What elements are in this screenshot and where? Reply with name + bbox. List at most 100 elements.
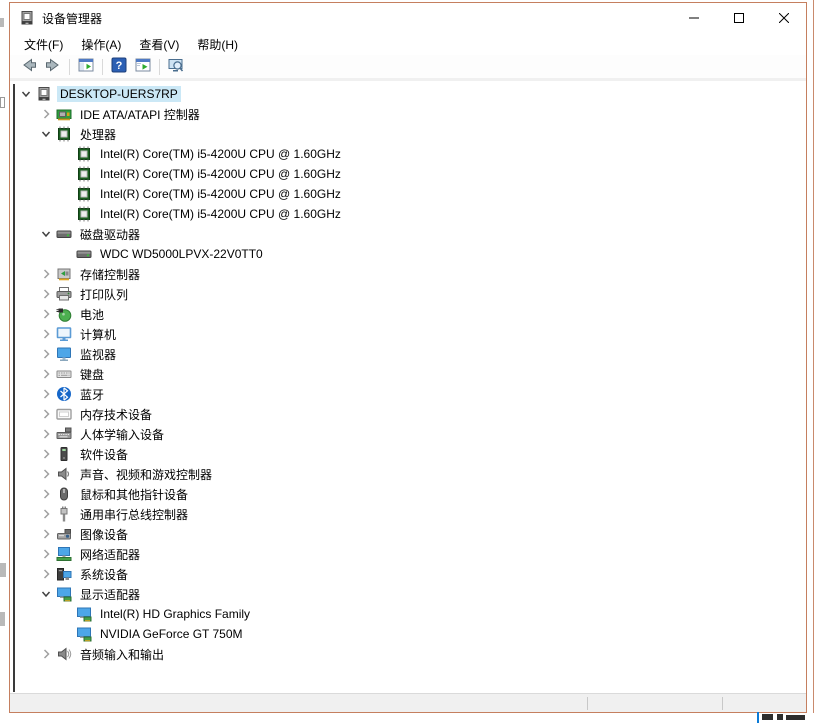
network-adapter-icon [56,546,72,562]
tree-item[interactable]: NVIDIA GeForce GT 750M [10,624,806,644]
tree-item[interactable]: 网络适配器 [10,544,806,564]
chevron-spacer [58,186,74,202]
tree-item[interactable]: Intel(R) Core(TM) i5-4200U CPU @ 1.60GHz [10,184,806,204]
tree-item[interactable]: 软件设备 [10,444,806,464]
forward-button[interactable] [41,56,65,78]
chevron-collapsed-icon[interactable] [38,526,54,542]
taskbar-fragment [757,712,759,723]
tree-item[interactable]: 声音、视频和游戏控制器 [10,464,806,484]
tree-item-label: 监视器 [77,345,119,364]
chevron-collapsed-icon[interactable] [38,306,54,322]
chevron-expanded-icon[interactable] [38,226,54,242]
chevron-collapsed-icon[interactable] [38,566,54,582]
menu-help[interactable]: 帮助(H) [188,33,247,56]
back-button[interactable] [17,56,41,78]
tree-item[interactable]: 显示适配器 [10,584,806,604]
tree-item-label: IDE ATA/ATAPI 控制器 [77,105,203,124]
action-window-icon [135,57,151,76]
tree-item[interactable]: WDC WD5000LPVX-22V0TT0 [10,244,806,264]
tree-item[interactable]: 计算机 [10,324,806,344]
help-button[interactable]: ? [107,56,131,78]
maximize-button[interactable] [716,3,761,33]
status-separator [587,697,588,710]
mouse-icon [56,486,72,502]
tree-item[interactable]: 人体学输入设备 [10,424,806,444]
computer-device-icon [36,86,52,102]
tree-item[interactable]: 监视器 [10,344,806,364]
chevron-collapsed-icon[interactable] [38,266,54,282]
chevron-collapsed-icon[interactable] [38,106,54,122]
tree-item-label: 磁盘驱动器 [77,225,143,244]
tree-item-label: 处理器 [77,125,119,144]
pc-monitor-icon [56,326,72,342]
tree-item[interactable]: 蓝牙 [10,384,806,404]
chevron-collapsed-icon[interactable] [38,446,54,462]
menu-action[interactable]: 操作(A) [72,33,130,56]
tree-item[interactable]: 打印队列 [10,284,806,304]
background-window-fragment [0,563,6,577]
scan-computer-icon [168,57,184,76]
chevron-collapsed-icon[interactable] [38,486,54,502]
tree-item[interactable]: 鼠标和其他指针设备 [10,484,806,504]
ide-controller-icon [56,106,72,122]
tree-left-edge-line [13,84,15,692]
chevron-collapsed-icon[interactable] [38,326,54,342]
chevron-expanded-icon[interactable] [38,126,54,142]
toolbar-separator [102,59,103,75]
menu-file[interactable]: 文件(F) [15,33,72,56]
chevron-collapsed-icon[interactable] [38,546,54,562]
scan-hardware-button[interactable] [164,56,188,78]
tree-item[interactable]: DESKTOP-UERS7RP [10,84,806,104]
action-button[interactable] [131,56,155,78]
chevron-collapsed-icon[interactable] [38,426,54,442]
tree-item[interactable]: Intel(R) Core(TM) i5-4200U CPU @ 1.60GHz [10,204,806,224]
chevron-expanded-icon[interactable] [18,86,34,102]
tree-item[interactable]: Intel(R) HD Graphics Family [10,604,806,624]
tree-item[interactable]: 音频输入和输出 [10,644,806,664]
tree-item-label: 声音、视频和游戏控制器 [77,465,215,484]
chevron-collapsed-icon[interactable] [38,646,54,662]
tree-item[interactable]: 系统设备 [10,564,806,584]
maximize-icon [734,13,744,23]
cpu-icon [56,126,72,142]
tree-item-label: 人体学输入设备 [77,425,167,444]
show-console-tree-button[interactable] [74,56,98,78]
tree-item[interactable]: IDE ATA/ATAPI 控制器 [10,104,806,124]
chevron-collapsed-icon[interactable] [38,346,54,362]
chevron-collapsed-icon[interactable] [38,406,54,422]
tree-item[interactable]: 通用串行总线控制器 [10,504,806,524]
tree-item[interactable]: Intel(R) Core(TM) i5-4200U CPU @ 1.60GHz [10,144,806,164]
imaging-device-icon [56,526,72,542]
tree-item-label: 系统设备 [77,565,131,584]
tree-item-label: 打印队列 [77,285,131,304]
tree-item[interactable]: 内存技术设备 [10,404,806,424]
chevron-collapsed-icon[interactable] [38,506,54,522]
tree-item-label: Intel(R) Core(TM) i5-4200U CPU @ 1.60GHz [97,166,344,182]
usb-icon [56,506,72,522]
close-button[interactable] [761,3,806,33]
menu-view[interactable]: 查看(V) [130,33,188,56]
chevron-collapsed-icon[interactable] [38,466,54,482]
chevron-expanded-icon[interactable] [38,586,54,602]
tree-item[interactable]: 处理器 [10,124,806,144]
title-bar[interactable]: 设备管理器 [10,3,806,33]
software-device-icon [56,446,72,462]
tree-item[interactable]: 键盘 [10,364,806,384]
chevron-spacer [58,206,74,222]
tree-item[interactable]: 磁盘驱动器 [10,224,806,244]
tree-item[interactable]: 电池 [10,304,806,324]
tree-item[interactable]: 图像设备 [10,524,806,544]
tree-item-label: 键盘 [77,365,107,384]
minimize-button[interactable] [671,3,716,33]
close-icon [779,13,789,23]
minimize-icon [689,13,699,23]
chevron-collapsed-icon[interactable] [38,286,54,302]
status-bar [10,693,806,712]
tree-item[interactable]: 存储控制器 [10,264,806,284]
tree-item[interactable]: Intel(R) Core(TM) i5-4200U CPU @ 1.60GHz [10,164,806,184]
chevron-collapsed-icon[interactable] [38,386,54,402]
chevron-collapsed-icon[interactable] [38,366,54,382]
tree-item-label: Intel(R) Core(TM) i5-4200U CPU @ 1.60GHz [97,186,344,202]
chevron-spacer [58,626,74,642]
taskbar-fragment [786,715,805,720]
